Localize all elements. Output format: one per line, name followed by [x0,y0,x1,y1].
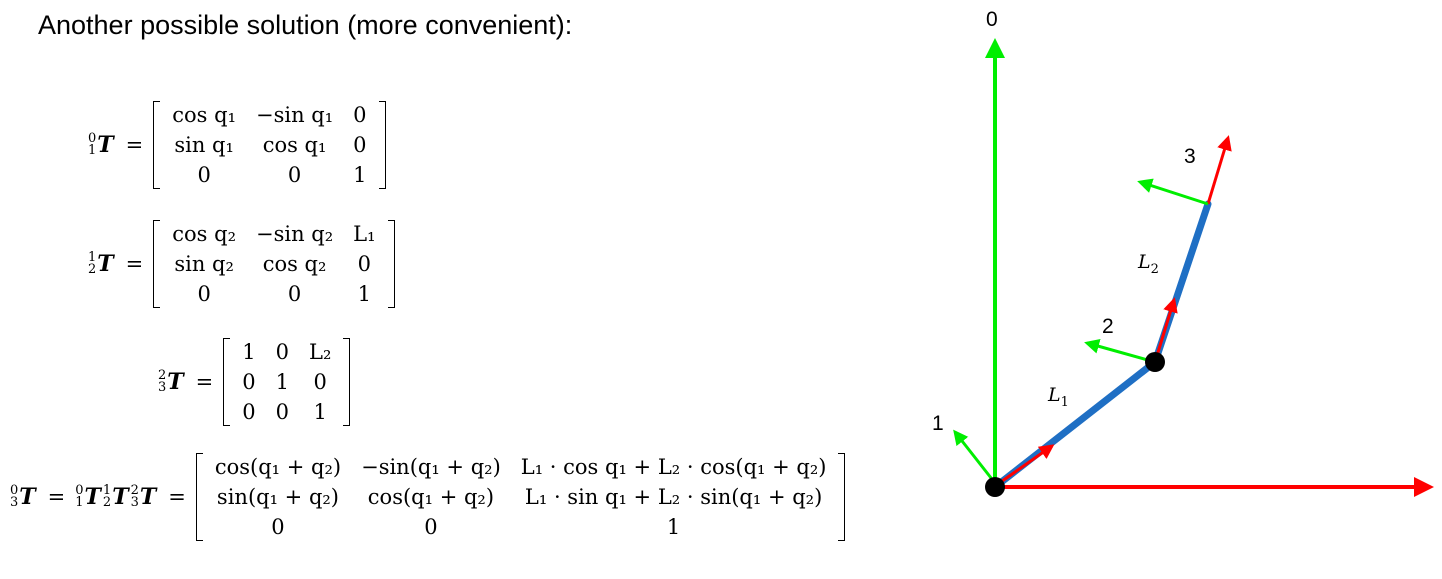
joint-base [985,477,1005,497]
frame-label-3: 3 [1184,145,1196,168]
link-label-L1: L1 [1047,384,1069,410]
frame2-y-axis [1084,339,1156,364]
frame-label-2: 2 [1102,315,1114,338]
joint-elbow [1145,352,1165,372]
frame3-y-axis [1137,178,1209,206]
frame-label-1: 1 [932,412,944,435]
frame1-y-axis [953,429,997,484]
frame3-x-axis [1206,135,1232,205]
link-label-L2: L2 [1137,251,1159,277]
frame1-x-axis [997,444,1055,486]
frame-label-0: 0 [986,8,998,31]
robot-arm-diagram: 0 1 2 3 L1 L2 [932,8,1434,497]
